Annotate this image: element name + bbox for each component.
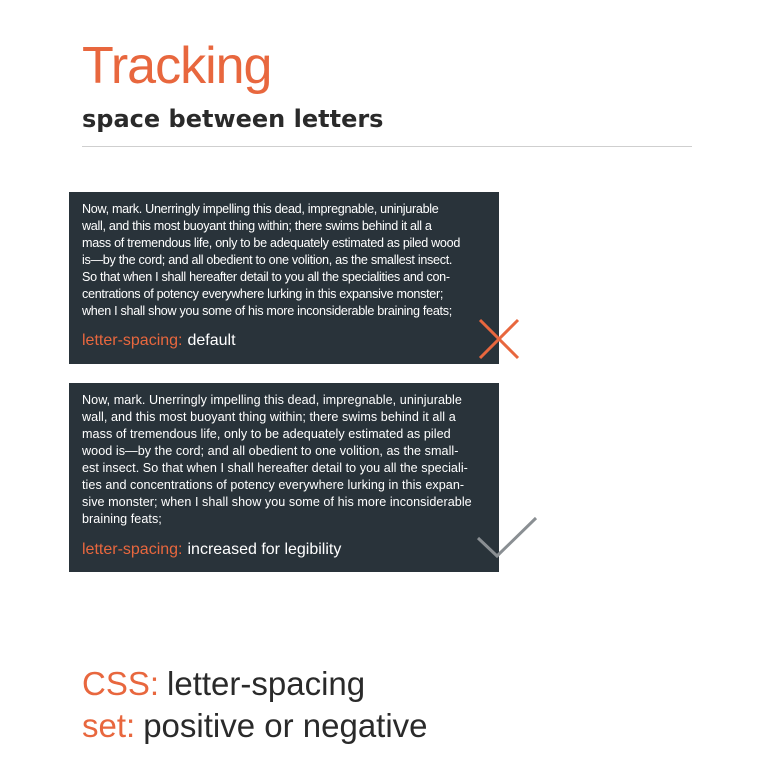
example-caption: letter-spacing: increased for legibility	[82, 542, 341, 558]
css-property-line: CSS: letter-spacing	[82, 667, 365, 700]
sample-paragraph: Now, mark. Unerringly impelling this dea…	[82, 392, 486, 528]
cross-icon	[478, 318, 520, 360]
text-line: mass of tremendous life, only to be adeq…	[82, 427, 451, 441]
caption-key: letter-spacing:	[82, 332, 183, 349]
caption-value: default	[187, 332, 236, 349]
set-values-line: set: positive or negative	[82, 709, 428, 742]
text-line: sive monster; when I shall show you some…	[82, 495, 472, 509]
set-label: set:	[82, 707, 136, 744]
text-line: Now, mark. Unerringly impelling this dea…	[82, 393, 462, 407]
text-line: So that when I shall hereafter detail to…	[82, 270, 450, 284]
example-panel-default: Now, mark. Unerringly impelling this dea…	[69, 192, 499, 364]
css-label: CSS:	[82, 665, 160, 702]
text-line: wall, and this most buoyant thing within…	[82, 219, 432, 233]
caption-value: increased for legibility	[187, 541, 342, 558]
text-line: est insect. So that when I shall hereaft…	[82, 461, 468, 475]
text-line: ties and concentrations of potency every…	[82, 478, 465, 492]
example-panel-increased: Now, mark. Unerringly impelling this dea…	[69, 383, 499, 572]
page-title: Tracking	[82, 37, 272, 95]
text-line: Now, mark. Unerringly impelling this dea…	[82, 202, 439, 216]
check-icon	[476, 516, 538, 559]
text-line: is—by the cord; and all obedient to one …	[82, 253, 453, 267]
text-line: mass of tremendous life, only to be adeq…	[82, 236, 461, 250]
divider	[82, 146, 692, 147]
text-line: braining feats;	[82, 512, 162, 526]
sample-paragraph: Now, mark. Unerringly impelling this dea…	[82, 201, 486, 320]
text-line: wood is—by the cord; and all obedient to…	[82, 444, 459, 458]
text-line: centrations of potency everywhere lurkin…	[82, 287, 444, 301]
text-line: wall, and this most buoyant thing within…	[82, 410, 456, 424]
example-caption: letter-spacing: default	[82, 333, 236, 349]
css-value: letter-spacing	[167, 665, 366, 702]
page-subtitle: space between letters	[82, 105, 384, 133]
set-value: positive or negative	[143, 707, 428, 744]
caption-key: letter-spacing:	[82, 541, 183, 558]
text-line: when I shall show you some of his more i…	[82, 304, 452, 318]
